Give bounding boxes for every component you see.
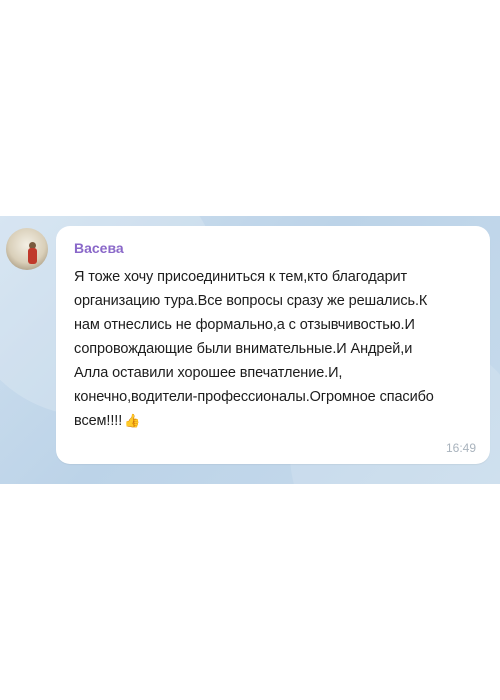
message-line: организацию тура.Все вопросы сразу же ре… <box>74 293 428 309</box>
chat-background: Васева Я тоже хочу присоединиться к тем,… <box>0 216 500 484</box>
message-line: Я тоже хочу присоединиться к тем,кто бла… <box>74 269 408 285</box>
message-timestamp: 16:49 <box>445 441 476 455</box>
message-bubble[interactable]: Васева Я тоже хочу присоединиться к тем,… <box>56 226 490 464</box>
message-line: нам отнеслись не формально,а с отзывчиво… <box>74 317 415 333</box>
screenshot-canvas: Васева Я тоже хочу присоединиться к тем,… <box>0 0 500 700</box>
sender-name[interactable]: Васева <box>74 238 474 258</box>
sender-avatar[interactable] <box>6 228 48 270</box>
message-last-line: всем!!!! 👍 <box>74 409 474 433</box>
thumbs-up-icon: 👍 <box>124 413 141 429</box>
message-text: Я тоже хочу присоединиться к тем,кто бла… <box>74 265 474 433</box>
message-line: сопровождающие были внимательные.И Андре… <box>74 341 413 357</box>
message-line: Алла оставили хорошее впечатление.И, <box>74 365 343 381</box>
message-line: всем!!!! <box>74 413 123 429</box>
avatar-photo-figure <box>28 248 37 264</box>
message-line: конечно,водители-профессионалы.Огромное … <box>74 389 434 405</box>
